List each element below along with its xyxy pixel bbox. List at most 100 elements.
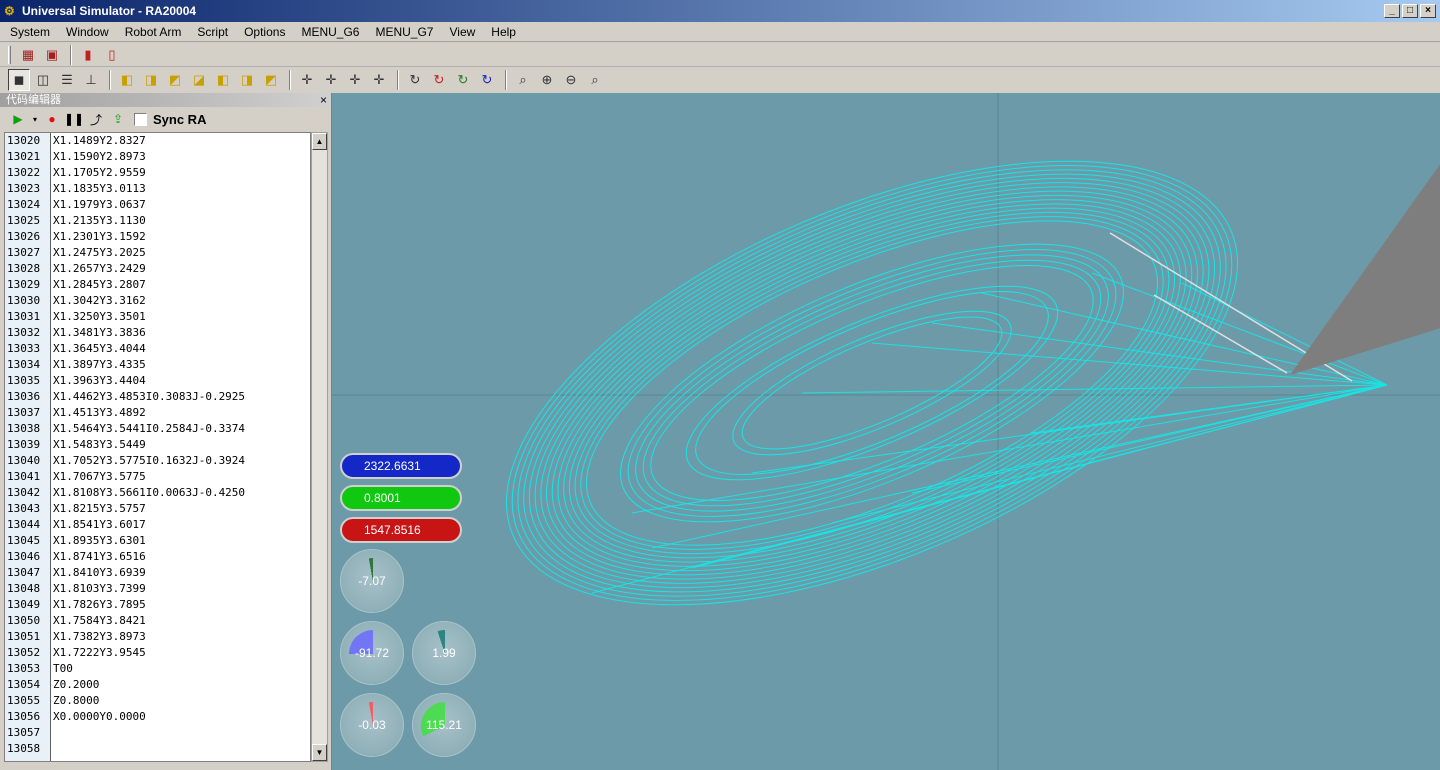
zoom-in-icon[interactable]: ⊕ bbox=[536, 69, 558, 91]
view-bottom-icon[interactable]: ◨ bbox=[236, 69, 258, 91]
zoom-out-icon[interactable]: ⊖ bbox=[560, 69, 582, 91]
view-right-icon[interactable]: ◪ bbox=[188, 69, 210, 91]
scroll-up-arrow-icon[interactable]: ▲ bbox=[312, 133, 327, 150]
z-position-readout: 1547.8516 bbox=[340, 517, 462, 543]
code-text: Z0.2000 bbox=[53, 678, 100, 691]
code-text: X1.2845Y3.2807 bbox=[53, 278, 146, 291]
robot-icon[interactable]: ▯ bbox=[101, 44, 123, 66]
line-number: 13052 bbox=[7, 646, 41, 659]
code-line: 13032 X1.3481Y3.3836 bbox=[5, 325, 146, 341]
code-line: 13029 X1.2845Y3.2807 bbox=[5, 277, 146, 293]
line-number: 13039 bbox=[7, 438, 41, 451]
code-text: X1.7382Y3.8973 bbox=[53, 630, 146, 643]
code-text-area[interactable]: 13020 X1.1489Y2.8327 13021 X1.1590Y2.8973 13… bbox=[4, 132, 311, 762]
menu-window[interactable]: Window bbox=[58, 23, 117, 41]
menu-g7[interactable]: MENU_G7 bbox=[367, 23, 441, 41]
line-number: 13055 bbox=[7, 694, 41, 707]
zoom-fit-icon[interactable]: ⌕ bbox=[512, 69, 534, 91]
code-line: 13056 X0.0000Y0.0000 bbox=[5, 709, 146, 725]
view-front-icon[interactable]: ◧ bbox=[116, 69, 138, 91]
code-scrollbar[interactable]: ▲ ▼ bbox=[311, 132, 328, 762]
code-line: 13043 X1.8215Y3.5757 bbox=[5, 501, 146, 517]
step-icon[interactable]: ⤴ bbox=[86, 109, 106, 129]
code-line: 13028 X1.2657Y3.2429 bbox=[5, 261, 146, 277]
rotate-icon[interactable]: ↻ bbox=[404, 69, 426, 91]
scroll-down-arrow-icon[interactable]: ▼ bbox=[312, 744, 327, 761]
record-icon[interactable]: ● bbox=[42, 109, 62, 129]
code-editor-title-bar: 代码编辑器 × bbox=[0, 93, 331, 107]
close-button[interactable]: × bbox=[1420, 4, 1436, 18]
line-number: 13040 bbox=[7, 454, 41, 467]
menu-options[interactable]: Options bbox=[236, 23, 293, 41]
solid-view-icon[interactable]: ◼ bbox=[8, 69, 30, 91]
run-dropdown-icon[interactable]: ▾ bbox=[30, 109, 40, 129]
rotate-y-icon[interactable]: ↻ bbox=[452, 69, 474, 91]
code-line: 13030 X1.3042Y3.3162 bbox=[5, 293, 146, 309]
pause-icon[interactable]: ❚❚ bbox=[64, 109, 84, 129]
menu-robot-arm[interactable]: Robot Arm bbox=[117, 23, 190, 41]
pan-x-icon[interactable]: ✛ bbox=[320, 69, 342, 91]
open-scene-icon[interactable]: ▣ bbox=[41, 44, 63, 66]
code-line: 13031 X1.3250Y3.3501 bbox=[5, 309, 146, 325]
code-editor-close-button[interactable]: × bbox=[320, 93, 327, 107]
x-position-readout: 2322.6631 bbox=[340, 453, 462, 479]
sync-ra-label: Sync RA bbox=[153, 111, 207, 127]
code-text: X1.5464Y3.5441I0.2584J-0.3374 bbox=[53, 422, 246, 435]
code-text: X1.4462Y3.4853I0.3083J-0.2925 bbox=[53, 390, 246, 403]
toolbar-separator bbox=[505, 70, 507, 90]
toolbar-separator bbox=[70, 44, 72, 65]
axes-icon[interactable]: ⊥ bbox=[80, 69, 102, 91]
delete-object-icon[interactable]: ▮ bbox=[77, 44, 99, 66]
toolbar-grip[interactable] bbox=[8, 45, 11, 64]
minimize-button[interactable]: _ bbox=[1384, 4, 1400, 18]
code-line: 13049 X1.7826Y3.7895 bbox=[5, 597, 146, 613]
pan-y-icon[interactable]: ✛ bbox=[344, 69, 366, 91]
menu-view[interactable]: View bbox=[441, 23, 483, 41]
joint-gauge-4: -0.03 bbox=[340, 693, 404, 757]
robot-tool-cone bbox=[1290, 164, 1440, 375]
joint-gauge-4-value: -0.03 bbox=[358, 718, 386, 732]
code-line: 13046 X1.8741Y3.6516 bbox=[5, 549, 146, 565]
code-text: X1.3250Y3.3501 bbox=[53, 310, 146, 323]
code-text: X1.1590Y2.8973 bbox=[53, 150, 146, 163]
view-top-icon[interactable]: ◧ bbox=[212, 69, 234, 91]
joint-gauge-5: 115.21 bbox=[412, 693, 476, 757]
main-toolbar: ▦ ▣ ▮ ▯ bbox=[0, 43, 1440, 67]
code-line: 13034 X1.3897Y3.4335 bbox=[5, 357, 146, 373]
view-iso-icon[interactable]: ◩ bbox=[260, 69, 282, 91]
run-icon[interactable]: ▶ bbox=[8, 109, 28, 129]
code-text: X1.8541Y3.6017 bbox=[53, 518, 146, 531]
menu-help[interactable]: Help bbox=[483, 23, 524, 41]
view-left-icon[interactable]: ◩ bbox=[164, 69, 186, 91]
code-text: X1.3042Y3.3162 bbox=[53, 294, 146, 307]
menu-g6[interactable]: MENU_G6 bbox=[293, 23, 367, 41]
line-number: 13027 bbox=[7, 246, 41, 259]
upload-icon[interactable]: ⇪ bbox=[108, 109, 128, 129]
menu-system[interactable]: System bbox=[2, 23, 58, 41]
line-number: 13024 bbox=[7, 198, 41, 211]
rotate-z-icon[interactable]: ↻ bbox=[476, 69, 498, 91]
pan-z-icon[interactable]: ✛ bbox=[368, 69, 390, 91]
new-scene-icon[interactable]: ▦ bbox=[17, 44, 39, 66]
code-text: X1.1979Y3.0637 bbox=[53, 198, 146, 211]
sync-ra-checkbox[interactable] bbox=[134, 112, 147, 126]
line-number: 13028 bbox=[7, 262, 41, 275]
app-icon: ⚙ bbox=[4, 4, 15, 18]
view-back-icon[interactable]: ◨ bbox=[140, 69, 162, 91]
layers-icon[interactable]: ☰ bbox=[56, 69, 78, 91]
code-text: X1.7067Y3.5775 bbox=[53, 470, 146, 483]
3d-viewport[interactable]: 2322.6631 0.8001 1547.8516 -7.07 -91.72 … bbox=[331, 93, 1440, 770]
wireframe-view-icon[interactable]: ◫ bbox=[32, 69, 54, 91]
menu-script[interactable]: Script bbox=[189, 23, 236, 41]
code-line: 13024 X1.1979Y3.0637 bbox=[5, 197, 146, 213]
code-text: X1.3897Y3.4335 bbox=[53, 358, 146, 371]
maximize-button[interactable]: □ bbox=[1402, 4, 1418, 18]
pan-icon[interactable]: ✛ bbox=[296, 69, 318, 91]
code-line: 13025 X1.2135Y3.1130 bbox=[5, 213, 146, 229]
rotate-x-icon[interactable]: ↻ bbox=[428, 69, 450, 91]
zoom-window-icon[interactable]: ⌕ bbox=[584, 69, 606, 91]
code-text: X1.8103Y3.7399 bbox=[53, 582, 146, 595]
code-text: X1.8108Y3.5661I0.0063J-0.4250 bbox=[53, 486, 246, 499]
